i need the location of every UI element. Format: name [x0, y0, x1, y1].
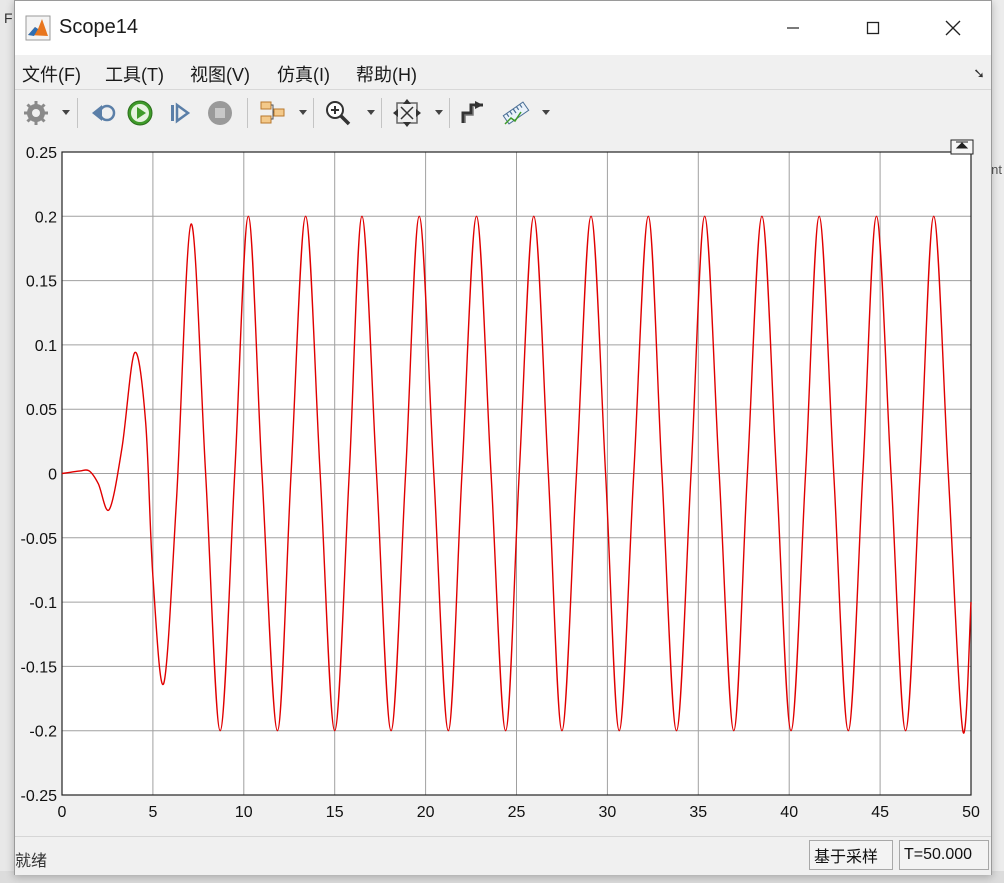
stop-button[interactable] [205, 98, 235, 128]
menu-bar: 文件(F) 工具(T) 视图(V) 仿真(I) 帮助(H) ➘ [15, 55, 991, 89]
settings-dropdown-icon[interactable] [62, 110, 70, 115]
undock-icon[interactable]: ➘ [973, 65, 985, 82]
x-tick-label: 20 [417, 804, 435, 821]
menu-view[interactable]: 视图(V) [190, 61, 250, 87]
zoom-icon [326, 101, 351, 126]
status-bar: 就绪 基于采样 T=50.000 [15, 836, 991, 875]
highlight-block-icon [461, 101, 483, 123]
matlab-icon [25, 15, 51, 41]
step-forward-button[interactable] [165, 98, 195, 128]
plot-area: 0 5 10 15 20 25 30 35 40 45 50 0.25 0.2 0.15 0.1 0.05 0-… [15, 136, 991, 831]
y-tick-label: -0.15 [21, 659, 58, 676]
x-tick-label: 40 [780, 804, 798, 821]
y-tick-label: 0.15 [26, 274, 57, 291]
y-tick-label: -0.05 [21, 531, 58, 548]
x-tick-label: 25 [508, 804, 526, 821]
window-title: Scope14 [59, 16, 138, 38]
step-back-icon [92, 104, 116, 122]
signal-selector-dropdown-icon[interactable] [299, 110, 307, 115]
measure-icon [502, 101, 530, 125]
y-tick-label: -0.1 [29, 595, 57, 612]
title-bar[interactable]: Scope14 [15, 1, 991, 55]
x-tick-label: 0 [58, 804, 67, 821]
autoscale-icon [393, 99, 421, 127]
x-tick-label: 15 [326, 804, 344, 821]
y-tick-label: -0.25 [21, 788, 58, 805]
maximize-button[interactable] [843, 7, 903, 49]
toolbar [15, 89, 991, 137]
x-tick-label: 5 [148, 804, 157, 821]
x-tick-label: 45 [871, 804, 889, 821]
highlight-block-button[interactable] [458, 98, 488, 128]
stop-icon [208, 101, 232, 125]
settings-button[interactable] [21, 98, 51, 128]
x-tick-label: 10 [235, 804, 253, 821]
legend-restore-button[interactable] [950, 139, 974, 155]
sample-mode-indicator: 基于采样 [809, 840, 893, 870]
signal-selector-icon [260, 101, 285, 124]
x-tick-label: 30 [599, 804, 617, 821]
step-forward-icon [171, 102, 191, 124]
minimize-button[interactable] [763, 7, 823, 49]
menu-tools[interactable]: 工具(T) [105, 61, 164, 87]
measure-dropdown-icon[interactable] [542, 110, 550, 115]
step-back-button[interactable] [87, 98, 117, 128]
status-ready-text: 就绪 [15, 853, 48, 870]
run-button[interactable] [125, 98, 155, 128]
y-tick-label: 0.05 [26, 402, 57, 419]
settings-icon [24, 101, 48, 125]
y-tick-label: 0.1 [35, 338, 57, 355]
x-tick-label: 50 [962, 804, 980, 821]
y-tick-label: 0 [48, 467, 57, 484]
zoom-dropdown-icon[interactable] [367, 110, 375, 115]
scope-chart: 0 5 10 15 20 25 30 35 40 45 500.250.20.150.10.050-… [21, 139, 980, 821]
background-window-edge: F [0, 0, 14, 883]
minimize-icon [787, 27, 799, 29]
y-tick-label: 0.25 [26, 145, 57, 162]
zoom-button[interactable] [323, 98, 353, 128]
menu-file[interactable]: 文件(F) [22, 61, 81, 87]
run-icon [127, 100, 153, 126]
autoscale-button[interactable] [392, 98, 422, 128]
close-icon [945, 20, 961, 36]
maximize-icon [866, 21, 880, 35]
y-tick-label: -0.2 [29, 724, 57, 741]
scope-window: Scope14 文件(F) 工具(T) 视图(V) 仿真(I) 帮助(H) ➘ [14, 0, 992, 875]
signal-selector-button[interactable] [257, 98, 287, 128]
y-tick-label: 0.2 [35, 209, 57, 226]
menu-simulation[interactable]: 仿真(I) [277, 61, 330, 87]
simulation-time-indicator: T=50.000 [899, 840, 989, 870]
x-tick-label: 35 [689, 804, 707, 821]
measure-button[interactable] [501, 98, 531, 128]
autoscale-dropdown-icon[interactable] [435, 110, 443, 115]
menu-help[interactable]: 帮助(H) [356, 61, 417, 87]
close-button[interactable] [923, 7, 983, 49]
